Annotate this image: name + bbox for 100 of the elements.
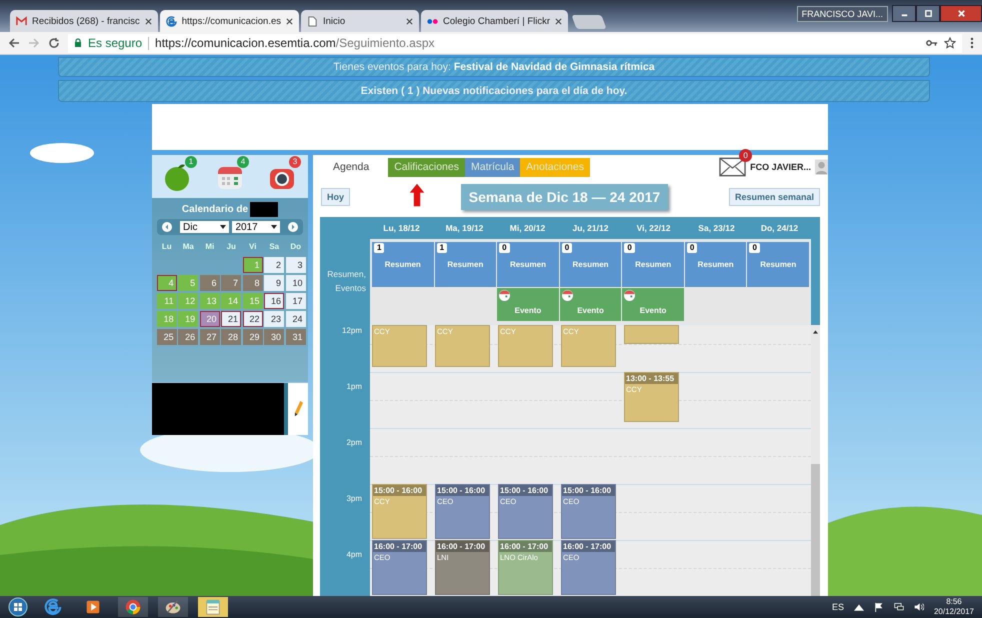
- redaction-block: [250, 202, 278, 216]
- close-icon[interactable]: [144, 18, 152, 24]
- today-button[interactable]: Hoy: [321, 188, 350, 206]
- section-tab[interactable]: Calificaciones: [388, 158, 465, 177]
- calendar-icon: [624, 290, 636, 301]
- weekday-label: Sa: [268, 241, 280, 253]
- menu-icon[interactable]: [970, 37, 974, 49]
- day-cell[interactable]: 3: [286, 257, 306, 273]
- tile-label: Resumen: [698, 260, 734, 269]
- flag-icon[interactable]: [874, 602, 884, 612]
- day-cell[interactable]: 24: [286, 311, 306, 327]
- day-cell[interactable]: 8: [242, 275, 263, 291]
- day-cell[interactable]: 21: [221, 311, 242, 327]
- summary-tile[interactable]: 0 Resumen: [622, 242, 684, 287]
- summary-tile[interactable]: 1 Resumen: [372, 242, 434, 287]
- user-name[interactable]: FCO JAVIER...: [750, 162, 811, 172]
- day-cell[interactable]: 10: [286, 275, 306, 291]
- new-tab-button[interactable]: [571, 15, 607, 29]
- tile-label: Resumen: [447, 260, 484, 269]
- day-header: Ju, 21/12: [572, 223, 610, 233]
- pencil-icon: [292, 400, 304, 418]
- day-cell[interactable]: 28: [221, 329, 242, 345]
- day-header: Vi, 22/12: [636, 223, 672, 233]
- edit-button[interactable]: [284, 383, 308, 435]
- browser-tab[interactable]: Colegio Chamberí | Flickr: [421, 10, 568, 32]
- tile-label: Resumen: [510, 260, 546, 269]
- reload-icon[interactable]: [48, 37, 60, 49]
- day-cell[interactable]: 6: [200, 275, 220, 291]
- profile-button[interactable]: FRANCISCO JAVI...: [796, 6, 888, 22]
- row-label: Resumen, Eventos: [326, 268, 366, 295]
- count-badge: 0: [562, 243, 572, 253]
- count-badge: 3: [289, 156, 301, 168]
- day-cell[interactable]: 23: [264, 311, 284, 327]
- close-icon[interactable]: [406, 18, 413, 24]
- day-cell[interactable]: 2: [264, 257, 284, 273]
- weekday-label: Ma: [182, 241, 195, 253]
- url-text: https://comunicacion.esemtia.com/Seguimiento.aspx: [155, 36, 435, 50]
- count-badge: 1: [374, 243, 384, 253]
- summary-tile[interactable]: 0 Resumen: [747, 242, 810, 287]
- day-cell[interactable]: 31: [286, 329, 306, 345]
- next-month-icon[interactable]: [288, 222, 298, 232]
- day-cell[interactable]: 25: [157, 329, 177, 345]
- day-cell[interactable]: 16: [264, 293, 284, 309]
- close-icon[interactable]: [286, 18, 293, 24]
- scrollbar[interactable]: [811, 325, 820, 596]
- previous-month-icon[interactable]: [162, 222, 172, 232]
- browser-tab[interactable]: https://comunicacion.es: [160, 10, 299, 32]
- summary-tile[interactable]: 0 Resumen: [497, 242, 559, 287]
- volume-icon[interactable]: [914, 602, 924, 612]
- up-arrow-icon[interactable]: [854, 602, 864, 612]
- event-time: 16:00 - 17:00: [499, 541, 552, 552]
- day-cell[interactable]: 9: [264, 275, 284, 291]
- event-tile[interactable]: Evento: [560, 288, 622, 321]
- day-cell[interactable]: 27: [200, 329, 220, 345]
- network-icon[interactable]: [894, 602, 904, 612]
- day-cell[interactable]: 17: [286, 293, 306, 309]
- tile-label: Evento: [514, 306, 542, 315]
- day-cell[interactable]: 22: [242, 311, 263, 327]
- chrome-logo-icon[interactable]: [118, 597, 148, 617]
- envelope-icon[interactable]: [719, 157, 746, 177]
- language-indicator[interactable]: ES: [832, 602, 844, 612]
- count-badge: 1: [185, 156, 197, 168]
- key-icon[interactable]: [926, 37, 938, 49]
- section-tab[interactable]: Matrícula: [464, 158, 520, 177]
- start-button[interactable]: [8, 597, 28, 617]
- summary-tile[interactable]: 0 Resumen: [560, 242, 622, 287]
- maximize-icon[interactable]: [924, 9, 932, 18]
- event-tile[interactable]: Evento: [497, 288, 559, 321]
- weekly-summary-button[interactable]: Resumen semanal: [728, 188, 820, 206]
- hour-label: 1pm: [345, 381, 363, 391]
- day-cell[interactable]: 20: [200, 311, 220, 327]
- month-select[interactable]: Dic: [180, 221, 230, 233]
- scroll-up-icon[interactable]: [813, 330, 818, 334]
- event-tile[interactable]: Evento: [622, 288, 684, 321]
- close-icon[interactable]: [555, 18, 562, 24]
- star-icon[interactable]: [944, 37, 956, 49]
- day-header: Lu, 18/12: [382, 223, 421, 233]
- year-select[interactable]: 2017: [232, 221, 280, 233]
- security-label: Es seguro: [88, 36, 142, 50]
- count-badge: 0: [686, 243, 698, 253]
- day-cell[interactable]: 29: [242, 329, 263, 345]
- event-time: 16:00 - 17:00: [373, 541, 426, 552]
- tile-label: Evento: [577, 306, 604, 315]
- day-header: Mi, 20/12: [508, 223, 546, 233]
- address-field[interactable]: Es seguro https://comunicacion.esemtia.com/Seguimiento.aspx: [68, 34, 962, 52]
- week-title: Semana de Dic 18 — 24 2017: [460, 184, 668, 210]
- browser-tab[interactable]: Recibidos (268) - francisc: [10, 10, 158, 32]
- summary-tile[interactable]: 0 Resumen: [684, 242, 746, 287]
- day-cell[interactable]: 30: [264, 329, 284, 345]
- tile-label: Resumen: [572, 260, 609, 269]
- day-cell[interactable]: 7: [221, 275, 242, 291]
- notepad-icon[interactable]: [198, 597, 228, 617]
- day-header: Sa, 23/12: [697, 223, 736, 233]
- browser-tab[interactable]: Inicio: [301, 10, 419, 32]
- clock[interactable]: 8:56 20/12/2017: [934, 597, 974, 617]
- palette-icon[interactable]: [158, 597, 188, 617]
- summary-tile[interactable]: 1 Resumen: [434, 242, 496, 287]
- day-cell[interactable]: 26: [178, 329, 198, 345]
- calendar-title: Calendario de: [182, 204, 248, 214]
- back-icon[interactable]: [8, 37, 20, 49]
